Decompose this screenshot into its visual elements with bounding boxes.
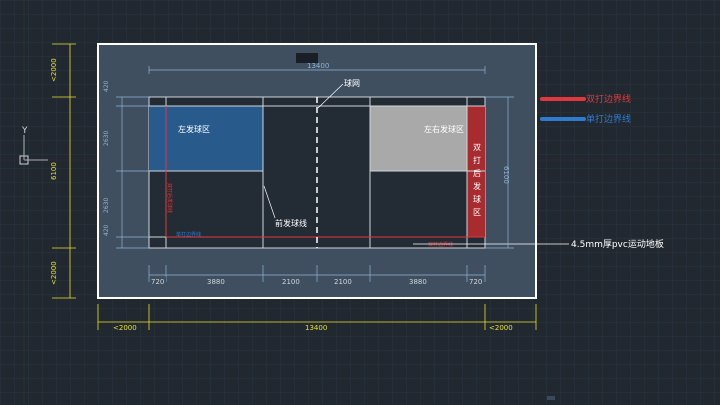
dim-bottom-seg-4: 3880 [409,278,427,286]
dim-left-bottom: <2000 [50,261,58,285]
small-blue-bottom-label: 单打边界线 [176,231,201,238]
dim-inner-left-0: 420 [103,80,110,92]
svg-text:区: 区 [473,208,481,217]
svg-text:双: 双 [473,143,481,152]
dim-bottom-seg-0: 720 [151,278,164,286]
svg-text:球: 球 [473,194,481,204]
dim-bottom-seg-2: 2100 [282,278,300,286]
dim-inner-left-1: 2630 [103,131,110,146]
svg-text:后: 后 [473,168,481,178]
dim-left-top: <2000 [50,58,58,82]
floor-label: 4.5mm厚pvc运动地板 [571,238,664,250]
dim-bottom-left: <2000 [113,324,137,332]
dim-top-width: 13400 [307,62,329,70]
right-service-zone [370,106,467,171]
front-service-line-label: 前发球线 [275,218,307,228]
dim-bottom-seg-1: 3880 [207,278,225,286]
court-drawing: Y 球网 左发球区 左右发球区 前发球线 双 打 后 发 球 区 双打后发球线 … [0,0,720,405]
axis-y-label: Y [21,126,28,136]
dim-bottom-seg-3: 2100 [334,278,352,286]
dim-bottom-right: <2000 [489,324,513,332]
net-label: 球网 [344,78,360,88]
dim-inner-right: 6100 [502,166,510,184]
dim-inner-left-3: 420 [103,224,110,236]
svg-text:发: 发 [473,181,481,191]
svg-text:打: 打 [473,155,481,165]
dim-bottom-seg-5: 720 [469,278,482,286]
small-red-left-label: 双打后发球线 [166,183,173,213]
legend-red-label: 双打边界线 [586,93,631,105]
left-service-label: 左发球区 [178,124,210,134]
right-service-label: 左右发球区 [424,124,464,134]
dim-bottom-width: 13400 [305,324,327,332]
legend-blue-label: 单打边界线 [586,113,631,125]
dim-inner-left-2: 2630 [103,198,110,213]
corner-marker [547,396,555,400]
small-red-bottom-label: 双打边界线 [428,241,453,248]
dim-left-mid: 6100 [50,162,58,180]
